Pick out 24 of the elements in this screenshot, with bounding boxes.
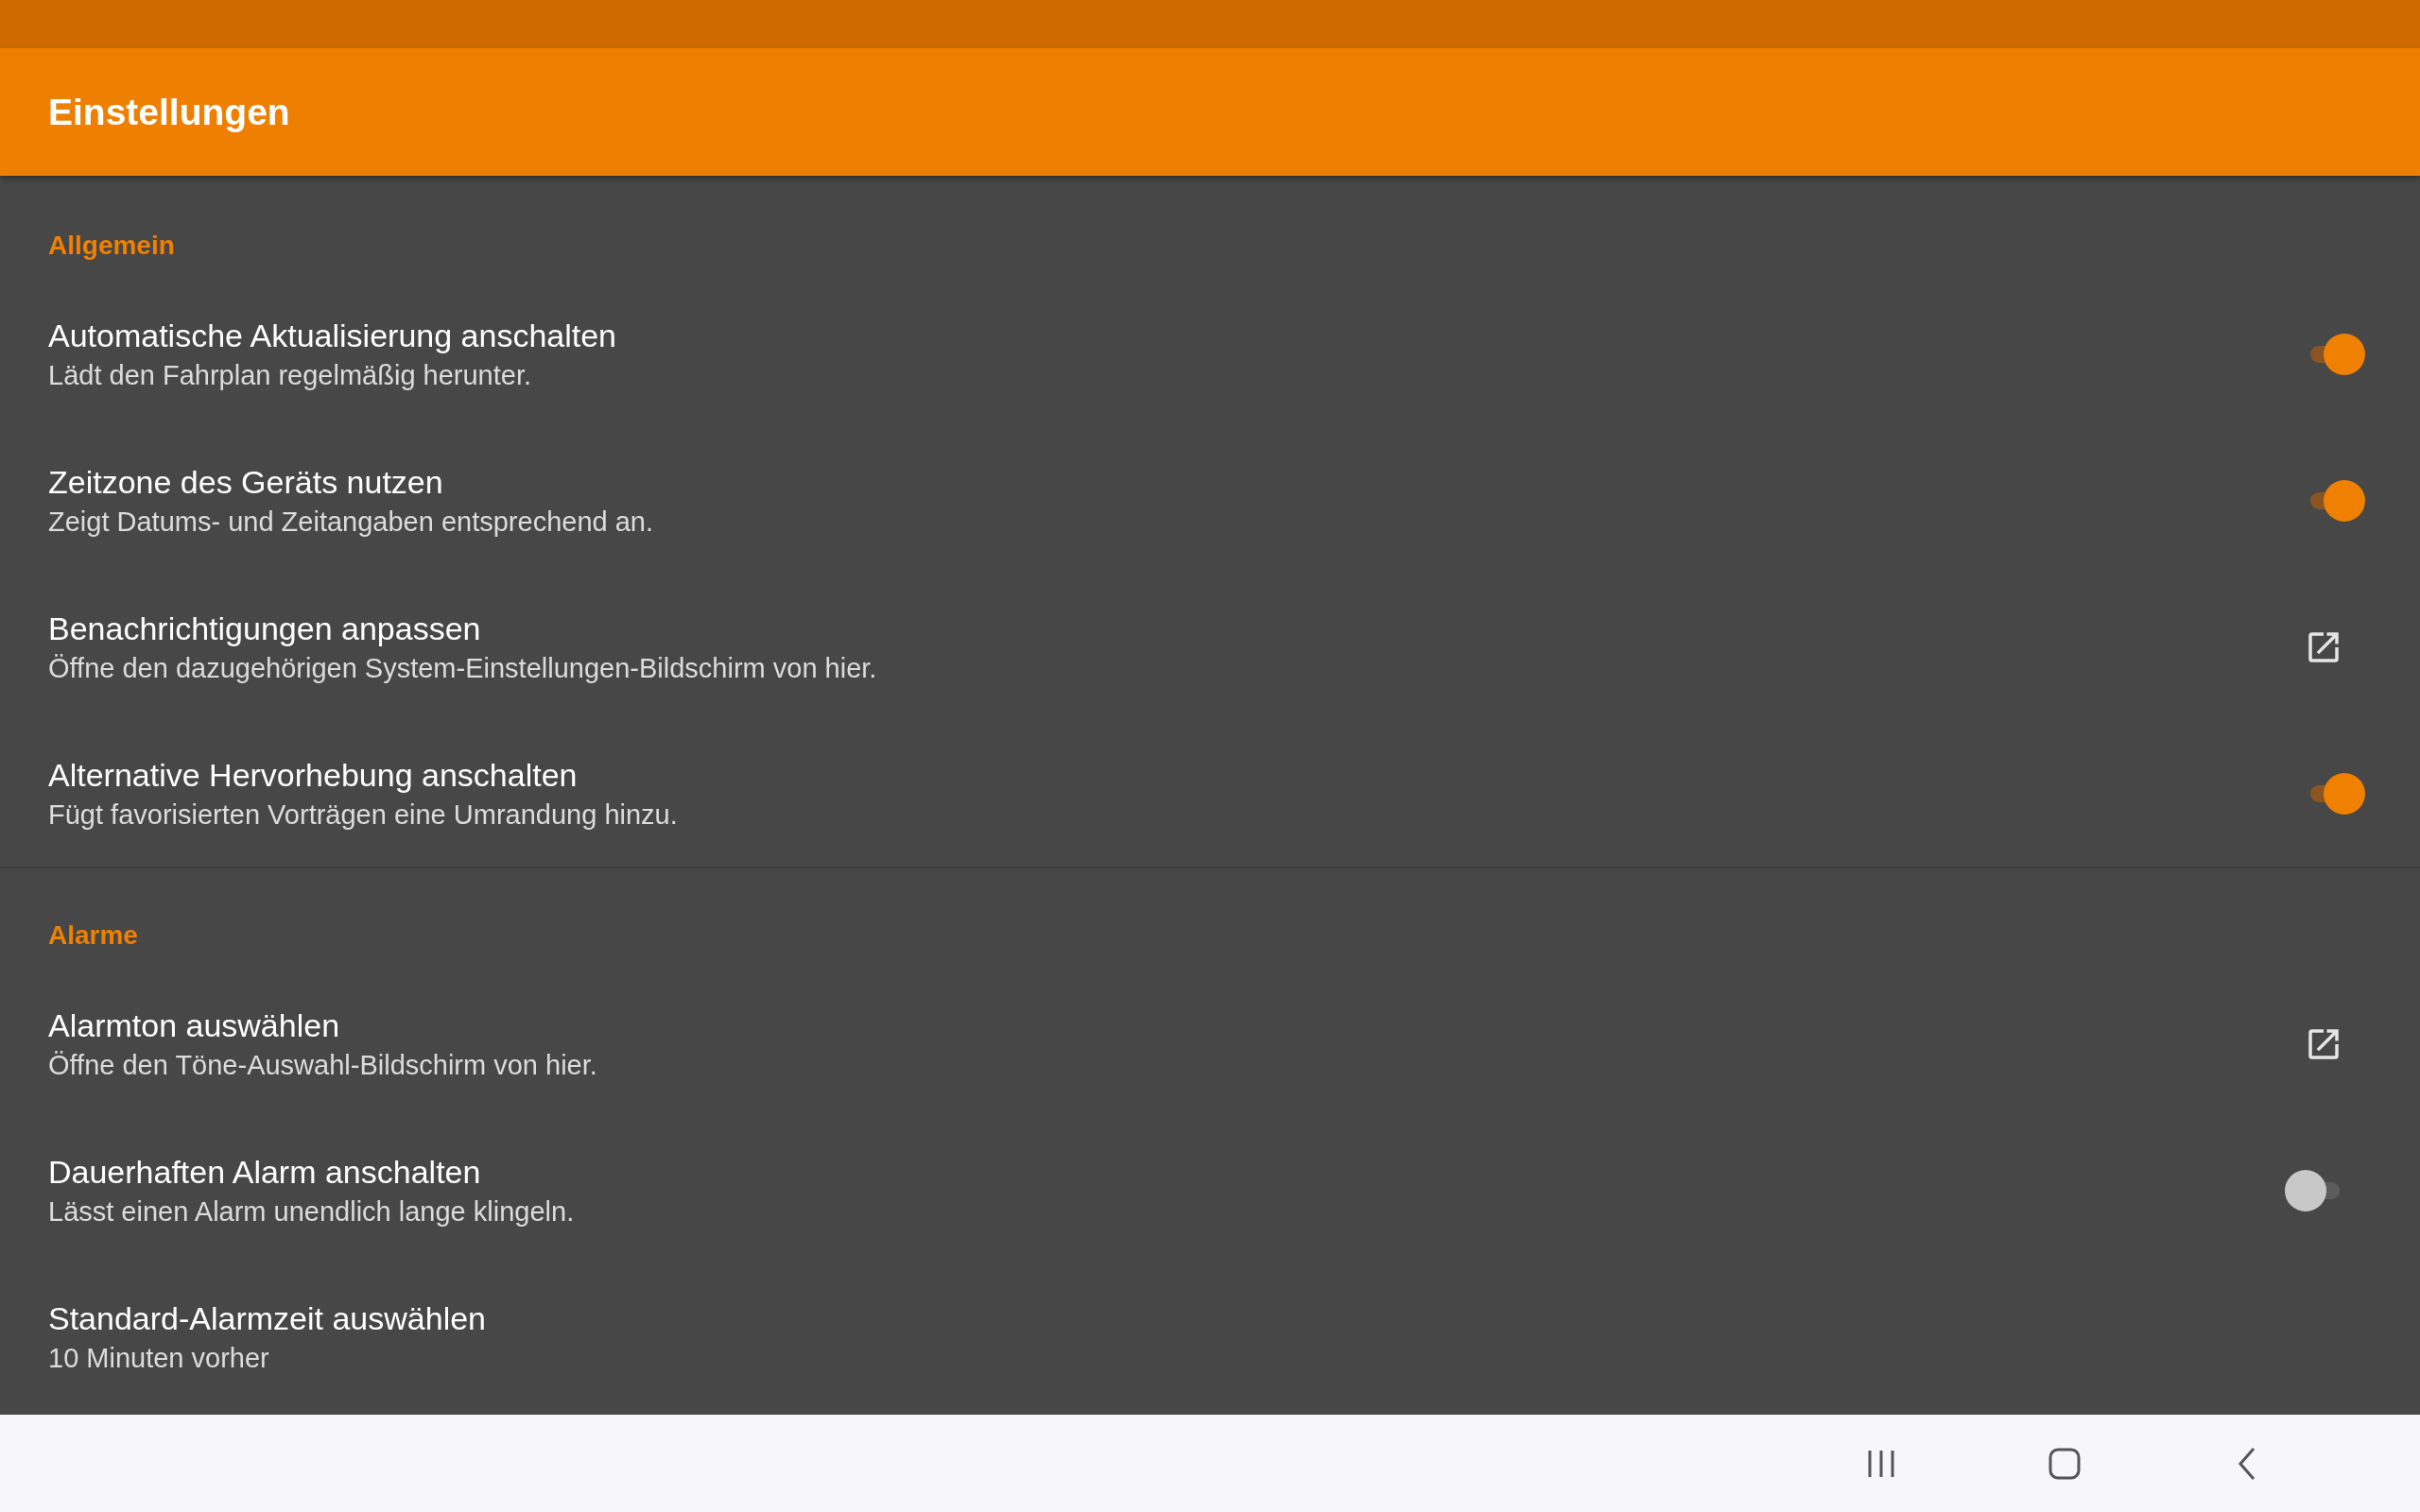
setting-summary: Lädt den Fahrplan regelmäßig herunter. bbox=[48, 359, 533, 391]
setting-summary: Zeigt Datums- und Zeitangaben entsprechend an. bbox=[48, 506, 654, 538]
setting-summary: 10 Minuten vorher bbox=[48, 1342, 270, 1374]
setting-title: Alarmton auswählen bbox=[48, 1006, 341, 1044]
setting-summary: Öffne den dazugehörigen System-Einstellungen-Bildschirm von hier. bbox=[48, 652, 878, 684]
settings-row[interactable]: Alternative Hervorhebung anschalten Fügt favorisierten Vorträgen eine Umrandung hinzu. bbox=[0, 720, 2420, 867]
setting-summary: Fügt favorisierten Vorträgen eine Umrandung hinzu. bbox=[48, 799, 679, 831]
settings-row[interactable]: Standard-Alarmzeit auswählen 10 Minuten vorher bbox=[0, 1263, 2420, 1410]
setting-title: Standard-Alarmzeit auswählen bbox=[48, 1299, 488, 1337]
settings-row[interactable]: Benachrichtigungen anpassen Öffne den dazugehörigen System-Einstellungen-Bildschirm von hier. bbox=[0, 574, 2420, 720]
settings-row[interactable]: Alarmton auswählen Öffne den Töne-Auswahl-Bildschirm von hier. bbox=[0, 971, 2420, 1117]
section-header: Allgemein bbox=[47, 230, 176, 262]
setting-summary: Lässt einen Alarm unendlich lange klingeln. bbox=[48, 1195, 576, 1228]
setting-title: Dauerhaften Alarm anschalten bbox=[48, 1153, 482, 1191]
settings-row[interactable]: Zeitzone des Geräts nutzen Zeigt Datums- und Zeitangaben entsprechend an. bbox=[0, 427, 2420, 574]
setting-summary: Öffne den Töne-Auswahl-Bildschirm von hier. bbox=[48, 1049, 598, 1081]
setting-title: Automatische Aktualisierung anschalten bbox=[48, 317, 618, 354]
app-bar-title: Einstellungen bbox=[48, 91, 290, 133]
setting-title: Benachrichtigungen anpassen bbox=[48, 610, 482, 647]
settings-row[interactable]: Automatische Aktualisierung anschalten Lädt den Fahrplan regelmäßig herunter. bbox=[0, 281, 2420, 427]
setting-title: Zeitzone des Geräts nutzen bbox=[48, 463, 444, 501]
settings-row[interactable]: Dauerhaften Alarm anschalten Lässt einen Alarm unendlich lange klingeln. bbox=[0, 1117, 2420, 1263]
section-header: Alarme bbox=[47, 919, 139, 952]
setting-title: Alternative Hervorhebung anschalten bbox=[48, 756, 579, 794]
